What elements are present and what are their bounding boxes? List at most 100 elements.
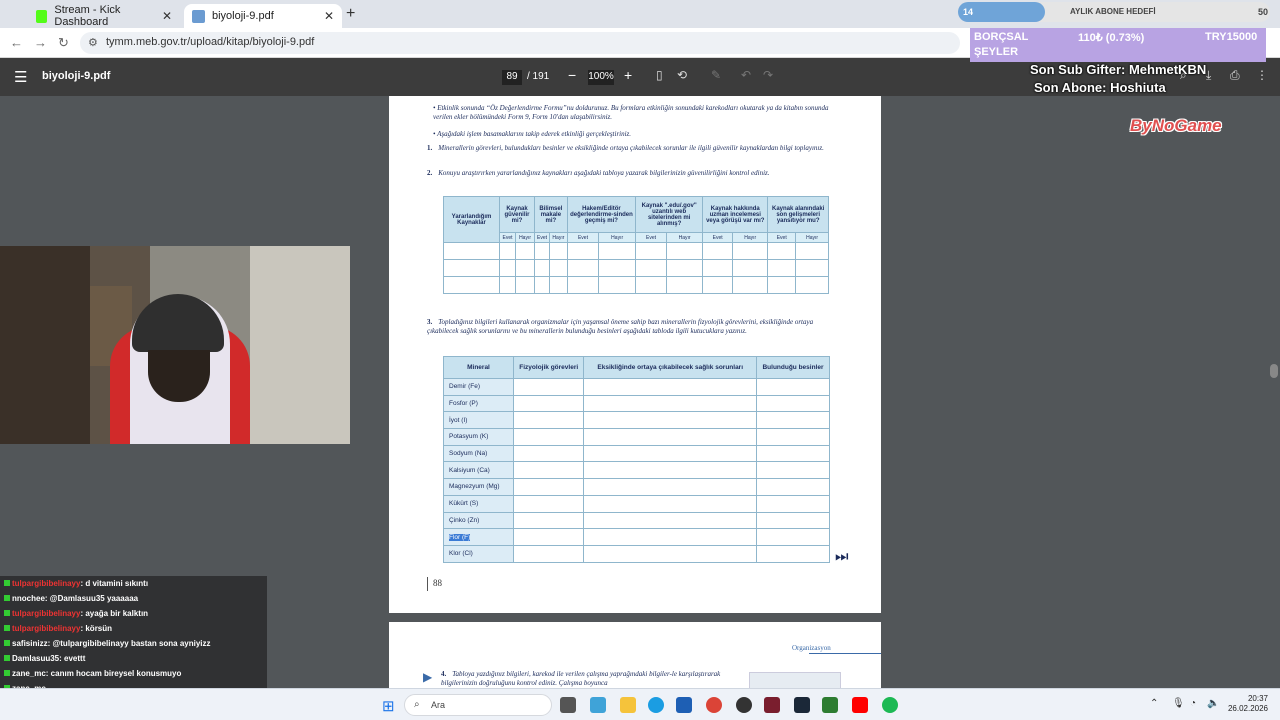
- table-row: Klor (Cl): [443, 544, 831, 563]
- table-row: Fosfor (P): [443, 394, 831, 413]
- url-text: tymm.meb.gov.tr/upload/kitap/biyoloji-9.…: [106, 36, 315, 48]
- close-tab-icon[interactable]: ✕: [324, 9, 334, 23]
- page-number: 88: [433, 578, 442, 588]
- tab-kick-dashboard[interactable]: Stream - Kick Dashboard ✕: [28, 4, 180, 28]
- table-row: Kalsiyum (Ca): [443, 461, 831, 480]
- chat-username[interactable]: zane_mc: [12, 669, 46, 678]
- annotate-icon[interactable]: ✎: [711, 68, 721, 82]
- chat-username[interactable]: nnochee: [12, 594, 45, 603]
- empty-cell: [583, 494, 757, 513]
- print-icon[interactable]: ⎙: [1230, 68, 1240, 83]
- site-info-icon[interactable]: ⚙: [88, 36, 98, 49]
- zoom-in-button[interactable]: +: [624, 67, 632, 83]
- rotate-icon[interactable]: ⟲: [677, 68, 687, 82]
- step-item: 2. Konuyu araştırırken yararlandığınız ka…: [427, 169, 837, 178]
- reload-icon[interactable]: ↻: [58, 35, 69, 51]
- no-header: Hayır: [515, 232, 535, 243]
- search-icon: ⌕: [414, 699, 420, 710]
- page-number-input[interactable]: 89: [502, 70, 522, 85]
- windows-start-icon[interactable]: ⊞: [382, 697, 395, 715]
- empty-cell: [583, 428, 757, 446]
- qr-code: [749, 672, 841, 688]
- empty-cell: [512, 378, 585, 396]
- volume-icon[interactable]: 🔈: [1207, 698, 1219, 709]
- obs-icon[interactable]: [736, 697, 752, 713]
- steam-icon[interactable]: [794, 697, 810, 713]
- scrollbar-thumb[interactable]: [1270, 364, 1278, 378]
- header-rule: [809, 653, 881, 654]
- back-icon[interactable]: ←: [10, 35, 23, 50]
- bullet-text: Aşağıdaki işlem basamaklarını takip eder…: [437, 130, 632, 138]
- spotify-icon[interactable]: [882, 697, 898, 713]
- close-tab-icon[interactable]: ✕: [162, 9, 172, 23]
- search-placeholder: Ara: [431, 700, 446, 710]
- empty-cell: [512, 411, 585, 430]
- more-options-icon[interactable]: ⋮: [1256, 68, 1268, 82]
- chat-text: : @Damlasuu35 yaaaaaa: [44, 594, 139, 603]
- chat-username[interactable]: tulpargibibelinayy: [12, 609, 80, 618]
- chat-username[interactable]: Damlasuu35: [12, 654, 59, 663]
- no-header: Hayır: [732, 232, 769, 243]
- table-header: Kaynak hakkında uzman incelemesi veya gö…: [702, 196, 769, 233]
- step-text: Konuyu araştırırken yararlandığınız kayn…: [438, 169, 770, 177]
- section-header: Organizasyon: [792, 644, 831, 652]
- download-icon[interactable]: ⤓: [1206, 68, 1211, 83]
- app-icon[interactable]: [590, 697, 606, 713]
- yes-header: Evet: [635, 232, 667, 243]
- empty-cell: [512, 511, 585, 530]
- menu-icon[interactable]: ☰: [14, 68, 27, 86]
- kick-favicon-icon: [36, 9, 48, 23]
- yes-header: Evet: [767, 232, 797, 243]
- chat-username[interactable]: tulpargibibelinayy: [12, 624, 80, 633]
- chrome-icon[interactable]: [706, 697, 722, 713]
- wifi-icon[interactable]: ◔: [1190, 698, 1196, 709]
- zoom-out-button[interactable]: −: [568, 67, 576, 83]
- sub-goal-count: 14: [963, 7, 974, 17]
- empty-cell: [755, 478, 831, 496]
- empty-cell: [583, 378, 757, 396]
- mic-icon[interactable]: 🎙: [1172, 698, 1185, 709]
- app-icon[interactable]: [822, 697, 838, 713]
- empty-cell: [512, 494, 585, 513]
- file-explorer-icon[interactable]: [620, 697, 636, 713]
- badge-icon: [4, 670, 10, 676]
- table-row: Potasyum (K): [443, 428, 831, 446]
- chat-username[interactable]: tulpargibibelinayy: [12, 579, 80, 588]
- youtube-icon[interactable]: [852, 697, 868, 713]
- table-header: Hakem/Editör değerlendirme-sinden geçmiş…: [566, 196, 637, 233]
- clock[interactable]: 20:37 26.02.2026: [1226, 694, 1268, 714]
- app-icon[interactable]: [764, 697, 780, 713]
- zoom-level-input[interactable]: 100%: [588, 70, 614, 85]
- tab-title: biyoloji-9.pdf: [212, 10, 274, 22]
- table-header: Kaynak güvenilir mi?: [499, 196, 535, 233]
- store-icon[interactable]: [676, 697, 692, 713]
- table-header: Eksikliğinde ortaya çıkabilecek sağlık s…: [583, 356, 757, 379]
- task-view-icon[interactable]: [560, 697, 576, 713]
- no-header: Hayır: [598, 232, 637, 243]
- empty-cell: [755, 494, 831, 513]
- mineral-name: Fosfor (P): [443, 394, 514, 413]
- pdf-title: biyoloji-9.pdf: [42, 70, 111, 82]
- edge-icon[interactable]: [648, 697, 664, 713]
- table-row: Kükürt (S): [443, 494, 831, 513]
- tab-biyoloji-pdf[interactable]: biyoloji-9.pdf ✕: [184, 4, 342, 28]
- fit-page-icon[interactable]: ▯: [656, 68, 663, 82]
- url-field[interactable]: ⚙ tymm.meb.gov.tr/upload/kitap/biyoloji-…: [80, 32, 960, 54]
- mineral-name: Klor (Cl): [443, 544, 514, 563]
- redo-icon[interactable]: ↷: [763, 68, 773, 82]
- yes-header: Evet: [566, 232, 600, 243]
- forward-icon[interactable]: →: [34, 35, 47, 50]
- table-header: Mineral: [443, 356, 514, 379]
- taskbar: ⊞ ⌕ Ara ⌃ 🎙 ◔ 🔈 20:37 26.02.2026: [0, 688, 1280, 720]
- new-tab-button[interactable]: +: [346, 5, 355, 23]
- table-header: Bilimsel makale mi?: [534, 196, 568, 233]
- taskbar-search-input[interactable]: ⌕ Ara: [404, 694, 552, 716]
- empty-cell: [583, 411, 757, 430]
- tray-chevron-icon[interactable]: ⌃: [1150, 698, 1158, 709]
- chat-username[interactable]: safisinizz: [12, 639, 48, 648]
- empty-cell: [583, 444, 757, 463]
- undo-icon[interactable]: ↶: [741, 68, 751, 82]
- badge-icon: [4, 655, 10, 661]
- table-row: İyot (I): [443, 411, 831, 430]
- mineral-name: Kükürt (S): [443, 494, 514, 513]
